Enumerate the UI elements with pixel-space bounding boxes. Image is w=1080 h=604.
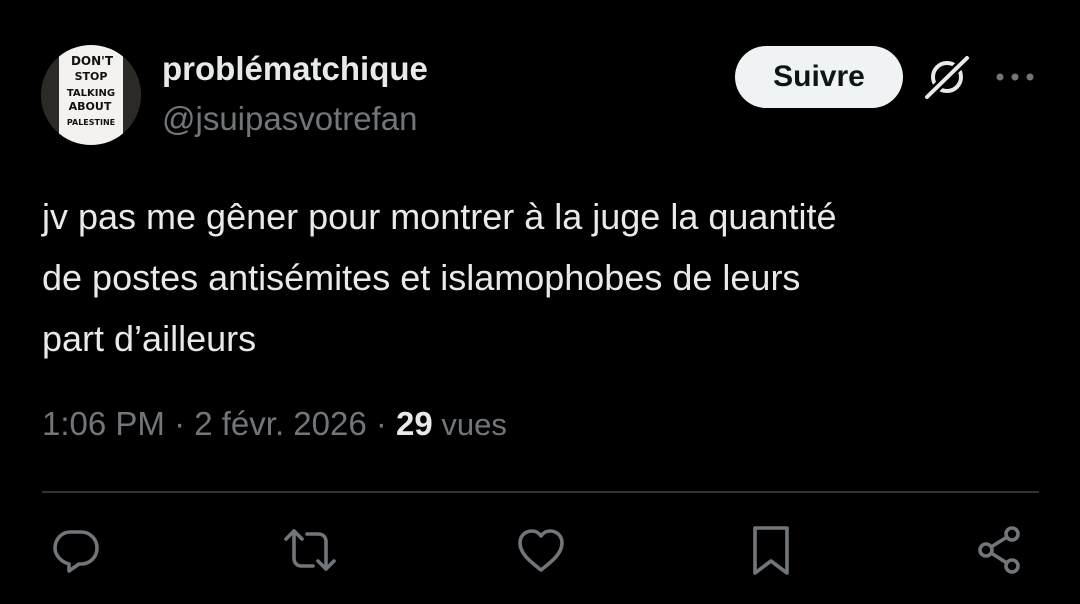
tweet-text-line: jv pas me gêner pour montrer à la juge l… bbox=[42, 196, 837, 237]
avatar-sign-line: ABOUT bbox=[69, 100, 112, 113]
avatar-sign-line: STOP bbox=[75, 70, 108, 83]
repost-button[interactable] bbox=[282, 522, 338, 578]
tweet-text-line: de postes antisémites et islamophobes de… bbox=[42, 257, 801, 298]
bookmark-button[interactable] bbox=[743, 522, 799, 578]
share-icon bbox=[978, 526, 1020, 574]
more-icon[interactable] bbox=[993, 67, 1037, 87]
views-count: 29 bbox=[396, 405, 433, 442]
like-button[interactable] bbox=[513, 522, 569, 578]
avatar-image: DON'T STOP TALKING ABOUT PALESTINE bbox=[41, 45, 141, 145]
meta-separator: · bbox=[366, 405, 397, 442]
grok-icon[interactable] bbox=[920, 53, 972, 101]
bookmark-icon bbox=[753, 526, 789, 575]
like-icon bbox=[518, 529, 564, 572]
tweet-time[interactable]: 1:06 PM bbox=[42, 405, 165, 443]
follow-button[interactable]: Suivre bbox=[735, 46, 903, 108]
repost-icon bbox=[284, 529, 336, 571]
divider bbox=[42, 491, 1039, 493]
author-display-name[interactable]: problématchique bbox=[162, 50, 428, 88]
avatar[interactable]: DON'T STOP TALKING ABOUT PALESTINE bbox=[41, 45, 141, 145]
tweet-date[interactable]: 2 févr. 2026 bbox=[194, 405, 366, 443]
share-button[interactable] bbox=[971, 522, 1027, 578]
reply-button[interactable] bbox=[48, 522, 104, 578]
avatar-sign-line: DON'T bbox=[71, 54, 114, 68]
meta-separator: · bbox=[164, 405, 195, 442]
avatar-sign-line: TALKING bbox=[67, 88, 115, 99]
tweet-text: jv pas me gêner pour montrer à la juge l… bbox=[42, 186, 1032, 369]
tweet-text-line: part d’ailleurs bbox=[42, 318, 257, 359]
avatar-sign-line: PALESTINE bbox=[67, 118, 115, 127]
reply-icon bbox=[53, 530, 99, 573]
tweet-metadata: 1:06 PM · 2 févr. 2026 · 29 vues bbox=[42, 405, 507, 443]
author-handle[interactable]: @jsuipasvotrefan bbox=[162, 100, 417, 138]
views-label: vues bbox=[432, 407, 507, 442]
